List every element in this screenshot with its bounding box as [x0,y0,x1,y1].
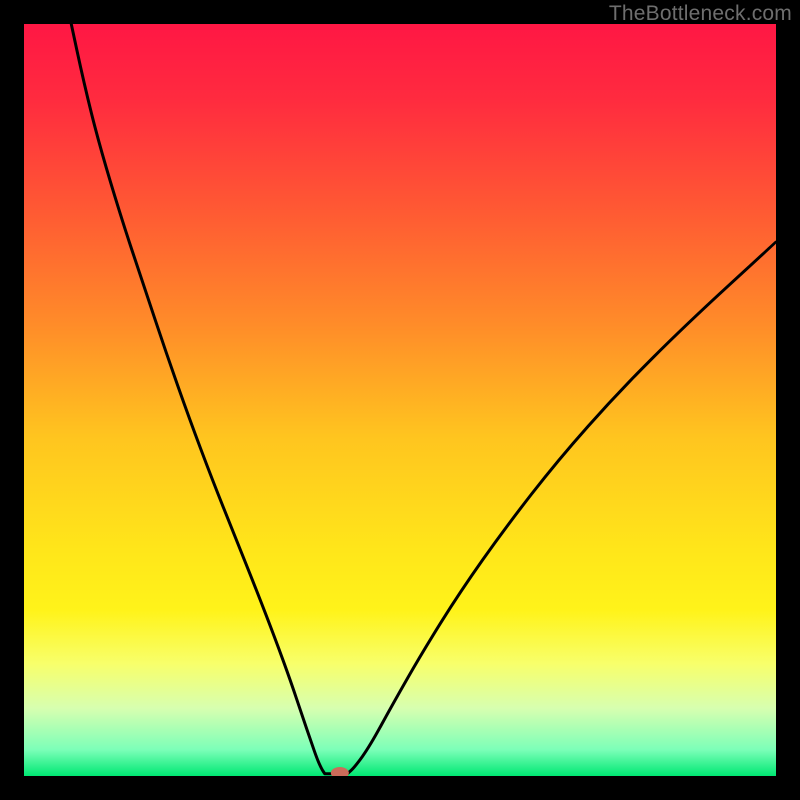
watermark-text: TheBottleneck.com [609,2,792,26]
gradient-background [24,24,776,776]
chart-svg [24,24,776,776]
chart-frame [24,24,776,776]
